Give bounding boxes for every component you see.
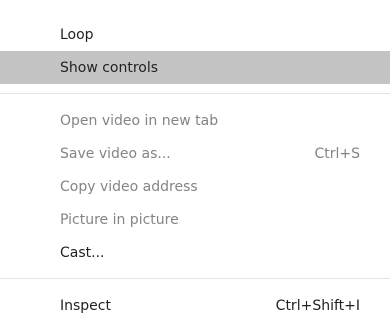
menu-item-label: Show controls [60, 59, 159, 76]
menu-item-label: Save video as... [60, 145, 171, 162]
menu-item-shortcut: Ctrl+Shift+I [275, 297, 360, 314]
menu-item-label: Picture in picture [60, 211, 179, 228]
menu-item-cast[interactable]: Cast... [0, 236, 390, 269]
menu-item-label: Copy video address [60, 178, 198, 195]
context-menu: Loop Show controls Open video in new tab… [0, 0, 390, 336]
menu-separator [0, 278, 390, 279]
menu-item-label: Inspect [60, 297, 111, 314]
menu-separator [0, 93, 390, 94]
menu-item-save-video-as[interactable]: Save video as... Ctrl+S [0, 137, 390, 170]
menu-item-label: Loop [60, 26, 94, 43]
menu-item-shortcut: Ctrl+S [314, 145, 360, 162]
menu-item-loop[interactable]: Loop [0, 18, 390, 51]
menu-item-show-controls[interactable]: Show controls [0, 51, 390, 84]
menu-item-copy-video-address[interactable]: Copy video address [0, 170, 390, 203]
menu-item-label: Cast... [60, 244, 105, 261]
menu-item-inspect[interactable]: Inspect Ctrl+Shift+I [0, 289, 390, 322]
menu-item-open-video-in-new-tab[interactable]: Open video in new tab [0, 104, 390, 137]
menu-item-label: Open video in new tab [60, 112, 219, 129]
menu-item-picture-in-picture[interactable]: Picture in picture [0, 203, 390, 236]
